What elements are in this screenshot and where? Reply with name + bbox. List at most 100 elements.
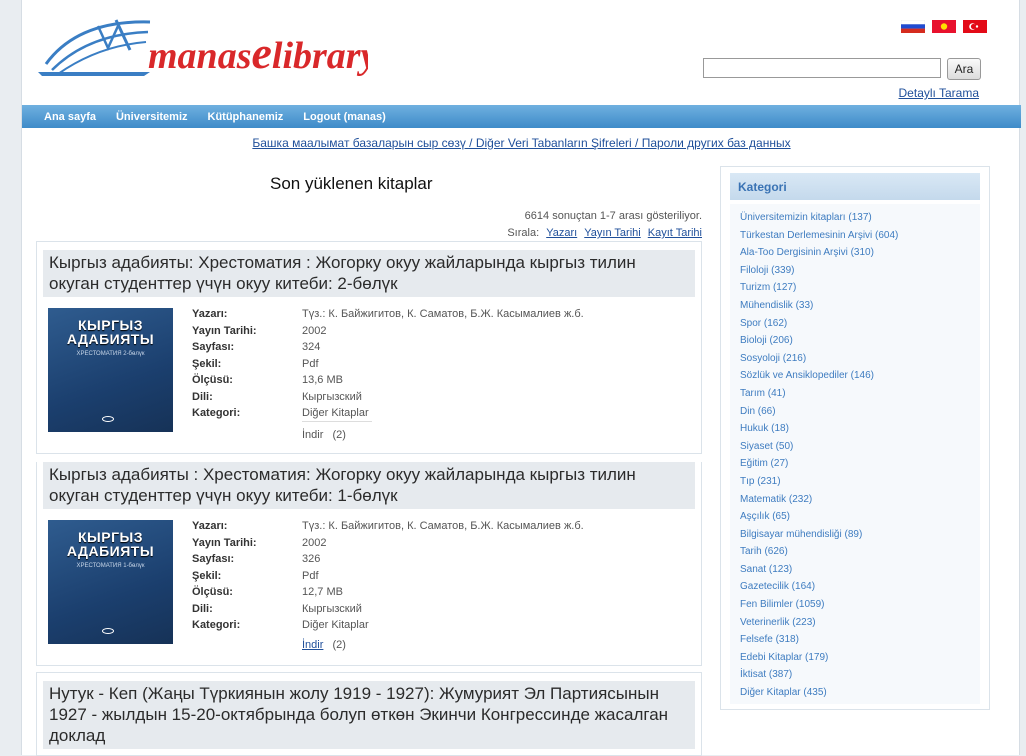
pages-value: 324 bbox=[302, 341, 321, 353]
download-link[interactable]: İndir bbox=[302, 639, 323, 651]
language-label: Dili: bbox=[192, 390, 213, 403]
sidebar-category-item[interactable]: İktisat (387) bbox=[740, 666, 970, 684]
size-label: Ölçüsü: bbox=[192, 586, 233, 598]
sort-by-author[interactable]: Yazarı bbox=[546, 227, 577, 239]
category-label: Kategori: bbox=[192, 407, 241, 419]
category-list: Üniversitemizin kitapları (137) Türkestan… bbox=[730, 204, 980, 704]
size-value: 13,6 MB bbox=[302, 374, 343, 386]
year-value: 2002 bbox=[302, 324, 327, 337]
download-link[interactable]: İndir bbox=[302, 429, 323, 441]
author-label: Yazarı: bbox=[192, 520, 228, 532]
sidebar-category-item[interactable]: Matematik (232) bbox=[740, 491, 970, 509]
db-passwords-link[interactable]: Башка маалымат базаларын сыр сөзү / Diğe… bbox=[252, 136, 790, 150]
sidebar-category-item[interactable]: Bioloji (206) bbox=[740, 332, 970, 350]
nav-item-library[interactable]: Kütüphanemiz bbox=[208, 111, 284, 123]
sidebar-title: Kategori bbox=[730, 173, 980, 200]
book-details: КЫРГЫЗ АДАБИЯТЫ ХРЕСТОМАТИЯ 1-бөлүк Yaza… bbox=[37, 515, 701, 665]
year-value: 2002 bbox=[302, 536, 327, 549]
sidebar-category-item[interactable]: Tıp (231) bbox=[740, 473, 970, 491]
format-label: Şekil: bbox=[192, 569, 222, 582]
author-label: Yazarı: bbox=[192, 308, 228, 320]
language-label: Dili: bbox=[192, 602, 213, 615]
sort-by-record-date[interactable]: Kayıt Tarihi bbox=[648, 227, 702, 239]
sidebar-category-item[interactable]: Sanat (123) bbox=[740, 561, 970, 579]
pages-value: 326 bbox=[302, 553, 321, 565]
cover-subtitle: ХРЕСТОМАТИЯ 1-бөлүк bbox=[76, 563, 145, 569]
nav-item-university[interactable]: Üniversitemiz bbox=[116, 111, 188, 123]
author-value: Түз.: К. Байжигитов, К. Саматов, Б.Ж. Ка… bbox=[302, 308, 584, 320]
manas-elibrary-logo[interactable]: manaselibrary bbox=[38, 12, 368, 82]
sidebar-category-item[interactable]: Sosyoloji (216) bbox=[740, 350, 970, 368]
format-label: Şekil: bbox=[192, 357, 222, 370]
sidebar-category-item[interactable]: Bilgisayar mühendisliği (89) bbox=[740, 526, 970, 544]
download-row: İndir (2) bbox=[302, 639, 346, 651]
sidebar-category-item[interactable]: Diğer Kitaplar (435) bbox=[740, 684, 970, 702]
book-fields: Yazarı: Түз.: К. Байжигитов, К. Саматов, … bbox=[192, 306, 584, 422]
sort-label: Sırala: bbox=[507, 227, 540, 239]
sort-by-publish-date[interactable]: Yayın Tarihi bbox=[584, 227, 640, 239]
sidebar-category-item[interactable]: Filoloji (339) bbox=[740, 262, 970, 280]
sidebar-category-item[interactable]: Tarım (41) bbox=[740, 385, 970, 403]
turkish-flag-icon[interactable] bbox=[963, 20, 987, 33]
results-summary: 6614 sonuçtan 1-7 arası gösteriliyor. bbox=[524, 210, 702, 222]
sidebar-category-item[interactable]: Üniversitemizin kitapları (137) bbox=[740, 209, 970, 227]
search-input[interactable] bbox=[703, 58, 941, 78]
sidebar-category-item[interactable]: Mühendislik (33) bbox=[740, 297, 970, 315]
cover-title: КЫРГЫЗ АДАБИЯТЫ bbox=[66, 529, 155, 559]
divider bbox=[302, 421, 372, 422]
sidebar-category-item[interactable]: Hukuk (18) bbox=[740, 420, 970, 438]
sidebar-category-item[interactable]: Siyaset (50) bbox=[740, 438, 970, 456]
section-title: Son yüklenen kitaplar bbox=[270, 174, 433, 193]
size-value: 12,7 MB bbox=[302, 586, 343, 598]
year-label: Yayın Tarihi: bbox=[192, 536, 257, 549]
category-label: Kategori: bbox=[192, 619, 241, 631]
sidebar-category-item[interactable]: Gazetecilik (164) bbox=[740, 578, 970, 596]
advanced-search-link[interactable]: Detaylı Tarama bbox=[899, 86, 979, 100]
sidebar-category-item[interactable]: Din (66) bbox=[740, 403, 970, 421]
publisher-mark-icon bbox=[102, 416, 114, 422]
category-value: Diğer Kitaplar bbox=[302, 619, 369, 631]
search-bar: Ara bbox=[703, 58, 981, 80]
open-book-logo-icon: manaselibrary bbox=[38, 19, 368, 78]
book-item: Кыргыз адабияты : Хрестоматия: Жогорку о… bbox=[36, 462, 702, 666]
book-list: Кыргыз адабияты: Хрестоматия : Жогорку о… bbox=[36, 241, 702, 756]
sidebar-category-item[interactable]: Edebi Kitaplar (179) bbox=[740, 649, 970, 667]
book-item: Кыргыз адабияты: Хрестоматия : Жогорку о… bbox=[36, 241, 702, 454]
size-label: Ölçüsü: bbox=[192, 374, 233, 386]
sidebar-category-item[interactable]: Sözlük ve Ansiklopediler (146) bbox=[740, 367, 970, 385]
sidebar-category-item[interactable]: Felsefe (318) bbox=[740, 631, 970, 649]
book-cover-image[interactable]: КЫРГЫЗ АДАБИЯТЫ ХРЕСТОМАТИЯ 1-бөлүк bbox=[48, 520, 173, 644]
book-cover-image[interactable]: КЫРГЫЗ АДАБИЯТЫ ХРЕСТОМАТИЯ 2-бөлүк bbox=[48, 308, 173, 432]
language-value: Кыргызский bbox=[302, 390, 362, 403]
sidebar-category-item[interactable]: Turizm (127) bbox=[740, 279, 970, 297]
category-sidebar: Kategori Üniversitemizin kitapları (137)… bbox=[720, 166, 990, 710]
book-item: Нутук - Кеп (Жаңы Түркиянын жолу 1919 - … bbox=[36, 672, 702, 756]
nav-item-home[interactable]: Ana sayfa bbox=[44, 111, 96, 123]
format-value: Pdf bbox=[302, 569, 319, 582]
sidebar-category-item[interactable]: Tarih (626) bbox=[740, 543, 970, 561]
logo-text: manaselibrary bbox=[148, 27, 368, 78]
search-button[interactable]: Ara bbox=[947, 58, 981, 80]
book-title[interactable]: Кыргыз адабияты : Хрестоматия: Жогорку о… bbox=[43, 462, 695, 509]
pages-label: Sayfası: bbox=[192, 553, 235, 565]
main-nav: Ana sayfa Üniversitemiz Kütüphanemiz Log… bbox=[22, 105, 1021, 128]
sidebar-category-item[interactable]: Türkestan Derlemesinin Arşivi (604) bbox=[740, 227, 970, 245]
nav-item-logout[interactable]: Logout (manas) bbox=[303, 111, 386, 123]
russian-flag-icon[interactable] bbox=[901, 20, 925, 33]
book-title[interactable]: Кыргыз адабияты: Хрестоматия : Жогорку о… bbox=[43, 250, 695, 297]
sidebar-category-item[interactable]: Eğitim (27) bbox=[740, 455, 970, 473]
cover-subtitle: ХРЕСТОМАТИЯ 2-бөлүк bbox=[76, 351, 145, 357]
download-count: (2) bbox=[332, 639, 346, 651]
sidebar-category-item[interactable]: Fen Bilimler (1059) bbox=[740, 596, 970, 614]
sidebar-category-item[interactable]: Aşçılık (65) bbox=[740, 508, 970, 526]
category-value: Diğer Kitaplar bbox=[302, 407, 369, 419]
kyrgyz-flag-icon[interactable] bbox=[932, 20, 956, 33]
sidebar-category-item[interactable]: Veterinerlik (223) bbox=[740, 614, 970, 632]
pages-label: Sayfası: bbox=[192, 341, 235, 353]
book-title[interactable]: Нутук - Кеп (Жаңы Түркиянын жолу 1919 - … bbox=[43, 681, 695, 749]
sidebar-category-item[interactable]: Spor (162) bbox=[740, 315, 970, 333]
sort-options: Sırala: Yazarı Yayın Tarihi Kayıt Tarihi bbox=[507, 225, 702, 242]
download-row: İndir (2) bbox=[302, 429, 346, 441]
book-fields: Yazarı: Түз.: К. Байжигитов, К. Саматов, … bbox=[192, 518, 584, 634]
sidebar-category-item[interactable]: Ala-Too Dergisinin Arşivi (310) bbox=[740, 244, 970, 262]
